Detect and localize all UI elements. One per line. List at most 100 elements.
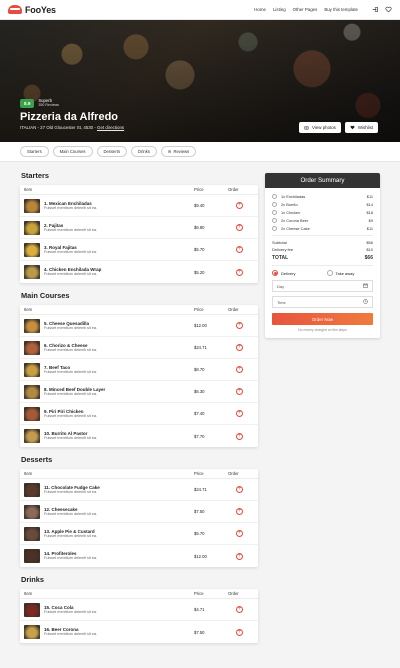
item-price: $5.20	[194, 269, 205, 275]
add-to-order-icon[interactable]: +	[236, 366, 243, 373]
order-line-label: 2x Corona Beer	[281, 217, 309, 223]
nav-home[interactable]: Home	[254, 7, 266, 12]
remove-item-icon[interactable]	[272, 225, 277, 231]
header-item: Item	[24, 471, 33, 476]
order-line-label: 2x Burrito	[281, 201, 298, 207]
time-select[interactable]: Time	[272, 296, 373, 308]
tab-starters[interactable]: Starters	[20, 146, 49, 157]
item-price: $7.70	[194, 433, 205, 439]
rating-count[interactable]: 350 Reviews	[38, 103, 59, 108]
nav-listing[interactable]: Listing	[273, 7, 286, 12]
rating-score: 8.9	[20, 98, 35, 108]
add-to-order-icon[interactable]: +	[236, 606, 243, 613]
table-row: 2. Fajitas Fuisset mentitum deleniti sit …	[20, 217, 258, 239]
add-to-order-icon[interactable]: +	[236, 344, 243, 351]
tab-desserts[interactable]: Desserts	[96, 146, 128, 157]
tab-drinks[interactable]: Drinks	[131, 146, 157, 157]
header-price: Price	[194, 187, 204, 192]
order-now-button[interactable]: Order Now	[272, 313, 373, 325]
food-thumbnail[interactable]	[24, 549, 40, 563]
add-to-order-icon[interactable]: +	[236, 224, 243, 231]
section-title: Drinks	[21, 575, 45, 584]
header-price: Price	[194, 307, 204, 312]
table-header: Item Price Order	[20, 469, 258, 479]
order-line-label: 1x Chicken	[281, 209, 301, 215]
brand-name: FooYes	[25, 4, 56, 15]
view-photos-button[interactable]: View photos	[299, 122, 341, 133]
item-description: Fuisset mentitum deleniti sit ea.	[44, 489, 98, 494]
food-thumbnail[interactable]	[24, 482, 40, 497]
order-line-price: $11	[366, 193, 373, 199]
food-thumbnail[interactable]	[24, 318, 40, 333]
add-to-order-icon[interactable]: +	[236, 486, 243, 493]
top-navbar: FooYes Home Listing Other Pages Buy this…	[0, 0, 400, 20]
food-thumbnail[interactable]	[24, 265, 40, 279]
take-away-radio[interactable]: Take away	[326, 270, 374, 276]
order-line: 1x Chicken $18	[272, 208, 373, 216]
remove-item-icon[interactable]	[272, 193, 277, 199]
tab-main-courses[interactable]: Main Courses	[52, 146, 93, 157]
table-row: 8. Minced Beef Double Layer Fuisset menti…	[20, 381, 258, 403]
table-row: 14. Profiteroles Fuisset mentitum delenit…	[20, 545, 258, 567]
delivery-radio[interactable]: Delivery	[272, 270, 319, 276]
food-thumbnail[interactable]	[24, 220, 40, 235]
nav-buy-template[interactable]: Buy this template	[324, 7, 358, 12]
item-description: Fuisset mentitum deleniti sit ea.	[44, 533, 98, 538]
item-price: $7.40	[194, 411, 205, 416]
order-summary-title: Order Summary	[265, 173, 380, 188]
add-to-order-icon[interactable]: +	[236, 530, 243, 537]
add-to-order-icon[interactable]: +	[236, 246, 243, 253]
item-description: Fuisset mentitum deleniti sit ea.	[44, 227, 98, 232]
tab-reviews[interactable]: ✉ Reviews	[160, 146, 197, 157]
add-to-order-icon[interactable]: +	[236, 410, 243, 417]
nav-other-pages[interactable]: Other Pages	[293, 7, 318, 12]
add-to-order-icon[interactable]: +	[236, 322, 243, 329]
login-icon[interactable]	[371, 6, 379, 14]
add-to-order-icon[interactable]: +	[236, 628, 243, 636]
add-to-order-icon[interactable]: +	[236, 432, 243, 440]
food-thumbnail[interactable]	[24, 242, 40, 257]
day-select[interactable]: Day	[272, 280, 373, 292]
item-price: $7.50	[194, 509, 205, 514]
restaurant-title: Pizzeria da Alfredo	[20, 111, 119, 123]
add-to-order-icon[interactable]: +	[236, 508, 243, 515]
wishlist-button[interactable]: Wishlist	[344, 122, 378, 133]
food-thumbnail[interactable]	[24, 340, 40, 355]
section-title: Starters	[21, 171, 49, 180]
add-to-order-icon[interactable]: +	[236, 388, 243, 395]
food-thumbnail[interactable]	[24, 602, 40, 617]
food-thumbnail[interactable]	[24, 526, 40, 541]
table-row: 16. Beer Corona Fuisset mentitum deleniti…	[20, 621, 258, 643]
menu-table: Item Price Order 11. Chocolate Fudge Cake Fu…	[20, 469, 258, 567]
camera-icon	[304, 126, 309, 130]
item-description: Fuisset mentitum deleniti sit ea.	[44, 272, 98, 276]
food-thumbnail[interactable]	[24, 429, 40, 443]
food-thumbnail[interactable]	[24, 504, 40, 519]
table-row: 13. Apple Pie & Custard Fuisset mentitum …	[20, 523, 258, 545]
table-row: 3. Royal Fajitas Fuisset mentitum delenit…	[20, 239, 258, 261]
section-title: Main Courses	[21, 291, 70, 300]
food-thumbnail[interactable]	[24, 625, 40, 639]
table-row: 4. Chicken Enchilada Wrap Fuisset mentitu…	[20, 261, 258, 283]
item-description: Fuisset mentitum deleniti sit ea.	[44, 436, 98, 440]
logo[interactable]: FooYes	[8, 5, 56, 15]
get-directions-link[interactable]: Get directions	[97, 125, 124, 130]
item-price: $24.71	[194, 345, 207, 350]
total-value: $66	[364, 254, 373, 261]
remove-item-icon[interactable]	[272, 201, 277, 207]
wishlist-heart-icon[interactable]	[384, 6, 392, 14]
table-header: Item Price Order	[20, 589, 258, 599]
food-thumbnail[interactable]	[24, 406, 40, 421]
food-thumbnail[interactable]	[24, 362, 40, 377]
order-line-label: 2x Cheese Cake	[281, 225, 310, 231]
remove-item-icon[interactable]	[272, 217, 277, 223]
remove-item-icon[interactable]	[272, 209, 277, 215]
food-thumbnail[interactable]	[24, 198, 40, 213]
add-to-order-icon[interactable]: +	[236, 268, 243, 276]
hero-banner: 8.9 Superb 350 Reviews Pizzeria da Alfre…	[0, 20, 400, 142]
order-note: No money charged on this steps	[298, 328, 347, 332]
add-to-order-icon[interactable]: +	[236, 552, 243, 560]
table-header: Item Price Order	[20, 185, 258, 195]
add-to-order-icon[interactable]: +	[236, 202, 243, 209]
food-thumbnail[interactable]	[24, 384, 40, 399]
